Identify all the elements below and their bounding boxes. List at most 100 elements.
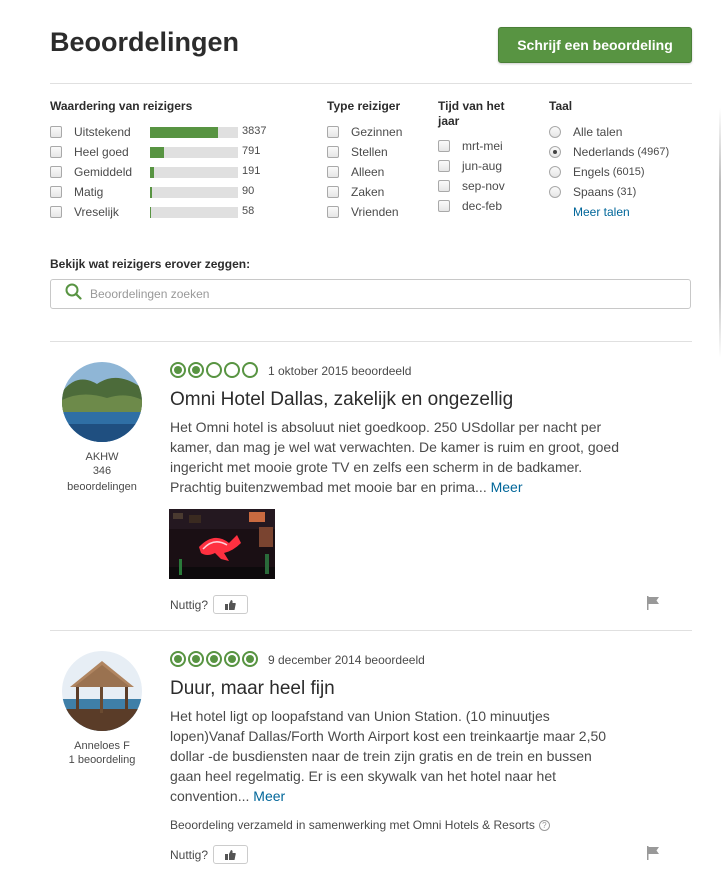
rating-filter-row[interactable]: Heel goed 791 <box>50 142 280 162</box>
divider <box>50 341 692 342</box>
time-of-year-row[interactable]: jun-aug <box>438 156 502 176</box>
rating-bar-fill <box>150 147 165 158</box>
search-icon <box>65 283 82 305</box>
rating-bar-fill <box>150 127 218 138</box>
bubble-full-icon <box>242 651 258 667</box>
flag-icon[interactable] <box>646 596 660 610</box>
read-more-link[interactable]: Meer <box>253 788 285 804</box>
checkbox[interactable] <box>50 126 62 138</box>
time-of-year-heading: Tijd van het jaar <box>438 99 505 128</box>
filter-label: mrt-mei <box>462 139 503 153</box>
traveler-type-row[interactable]: Gezinnen <box>327 122 402 142</box>
checkbox[interactable] <box>327 166 339 178</box>
rating-filter-row[interactable]: Vreselijk 58 <box>50 202 280 222</box>
rating-label: Gemiddeld <box>74 165 133 179</box>
checkbox[interactable] <box>327 186 339 198</box>
page-title: Beoordelingen <box>50 27 240 57</box>
language-row[interactable]: Engels (6015) <box>549 162 645 182</box>
rating-filter-row[interactable]: Gemiddeld 191 <box>50 162 280 182</box>
time-of-year-row[interactable]: mrt-mei <box>438 136 503 156</box>
radio-button[interactable] <box>549 186 561 198</box>
bubble-full-icon <box>170 362 186 378</box>
info-icon[interactable]: ? <box>538 819 550 831</box>
rating-filter-row[interactable]: Uitstekend 3837 <box>50 122 280 142</box>
filter-label: Alleen <box>351 165 385 179</box>
helpful-label: Nuttig? <box>170 597 209 612</box>
traveler-type-row[interactable]: Zaken <box>327 182 384 202</box>
review-photo[interactable] <box>169 509 275 579</box>
checkbox[interactable] <box>438 160 450 172</box>
flag-icon[interactable] <box>646 846 660 860</box>
filter-label: jun-aug <box>462 159 503 173</box>
bubble-full-icon <box>170 651 186 667</box>
thumbs-up-button[interactable] <box>213 845 249 864</box>
avatar[interactable] <box>62 362 142 442</box>
filter-label: dec-feb <box>462 199 503 213</box>
checkbox[interactable] <box>438 140 450 152</box>
radio-button[interactable] <box>549 126 561 138</box>
search-box <box>50 279 691 309</box>
checkbox[interactable] <box>50 186 62 198</box>
language-row[interactable]: Alle talen <box>549 122 625 142</box>
traveler-type-filter: Type reiziger Gezinnen Stellen Alleen Zaken… <box>327 99 427 219</box>
traveler-type-row[interactable]: Stellen <box>327 142 388 162</box>
checkbox[interactable] <box>438 180 450 192</box>
username[interactable]: Anneloes F <box>50 739 154 753</box>
checkbox[interactable] <box>327 206 339 218</box>
radio-button[interactable] <box>549 166 561 178</box>
time-of-year-row[interactable]: sep-nov <box>438 176 505 196</box>
bubble-rating <box>170 362 258 378</box>
checkbox[interactable] <box>50 146 62 158</box>
language-heading: Taal <box>549 99 573 113</box>
bubble-empty-icon <box>206 362 222 378</box>
bubble-full-icon <box>206 651 222 667</box>
language-label: Alle talen <box>573 125 623 139</box>
bubble-empty-icon <box>224 362 240 378</box>
rating-count: 191 <box>242 165 261 177</box>
rating-bar-fill <box>150 167 154 178</box>
filter-label: Vrienden <box>351 205 399 219</box>
language-row[interactable]: Nederlands (4967) <box>549 142 669 162</box>
time-of-year-row[interactable]: dec-feb <box>438 196 502 216</box>
filter-label: Gezinnen <box>351 125 403 139</box>
review-date: 1 oktober 2015 beoordeeld <box>268 364 412 378</box>
search-input[interactable] <box>90 287 670 301</box>
checkbox[interactable] <box>50 166 62 178</box>
read-more-link[interactable]: Meer <box>491 479 523 495</box>
rating-filter: Waardering van reizigers Uitstekend 3837 H… <box>50 99 280 219</box>
search-heading: Bekijk wat reizigers erover zeggen: <box>50 257 251 271</box>
rating-count: 58 <box>242 205 255 217</box>
bubble-full-icon <box>188 362 204 378</box>
user-review-count: 1 beoordeling <box>68 754 136 766</box>
review-body: Het Omni hotel is absoluut niet goedkoop… <box>170 419 619 495</box>
rating-filter-row[interactable]: Matig 90 <box>50 182 280 202</box>
review-text: Het hotel ligt op loopafstand van Union … <box>170 706 620 806</box>
radio-button[interactable] <box>549 146 561 158</box>
checkbox[interactable] <box>438 200 450 212</box>
thumbs-up-button[interactable] <box>213 595 249 614</box>
write-review-button[interactable]: Schrijf een beoordeling <box>498 27 692 63</box>
traveler-type-row[interactable]: Alleen <box>327 162 384 182</box>
username[interactable]: AKHW <box>50 450 154 464</box>
bubble-full-icon <box>224 651 240 667</box>
traveler-type-row[interactable]: Vrienden <box>327 202 399 222</box>
language-count: (31) <box>616 186 637 198</box>
language-label: Engels <box>573 165 610 179</box>
review-title[interactable]: Omni Hotel Dallas, zakelijk en ongezelli… <box>170 389 513 411</box>
time-of-year-filter: Tijd van het jaar mrt-mei jun-aug sep-nov d… <box>438 99 528 213</box>
rating-count: 90 <box>242 185 255 197</box>
filter-label: Zaken <box>351 185 385 199</box>
avatar[interactable] <box>62 651 142 731</box>
rating-filter-heading: Waardering van reizigers <box>50 99 193 113</box>
collected-text: Beoordeling verzameld in samenwerking me… <box>170 818 535 832</box>
rating-label: Vreselijk <box>74 205 119 219</box>
language-row[interactable]: Spaans (31) <box>549 182 636 202</box>
checkbox[interactable] <box>50 206 62 218</box>
checkbox[interactable] <box>327 146 339 158</box>
review-title[interactable]: Duur, maar heel fijn <box>170 678 335 700</box>
user-review-count-label: beoordelingen <box>67 481 137 493</box>
checkbox[interactable] <box>327 126 339 138</box>
rating-label: Uitstekend <box>74 125 131 139</box>
more-languages-link[interactable]: Meer talen <box>573 205 630 219</box>
bubble-empty-icon <box>242 362 258 378</box>
